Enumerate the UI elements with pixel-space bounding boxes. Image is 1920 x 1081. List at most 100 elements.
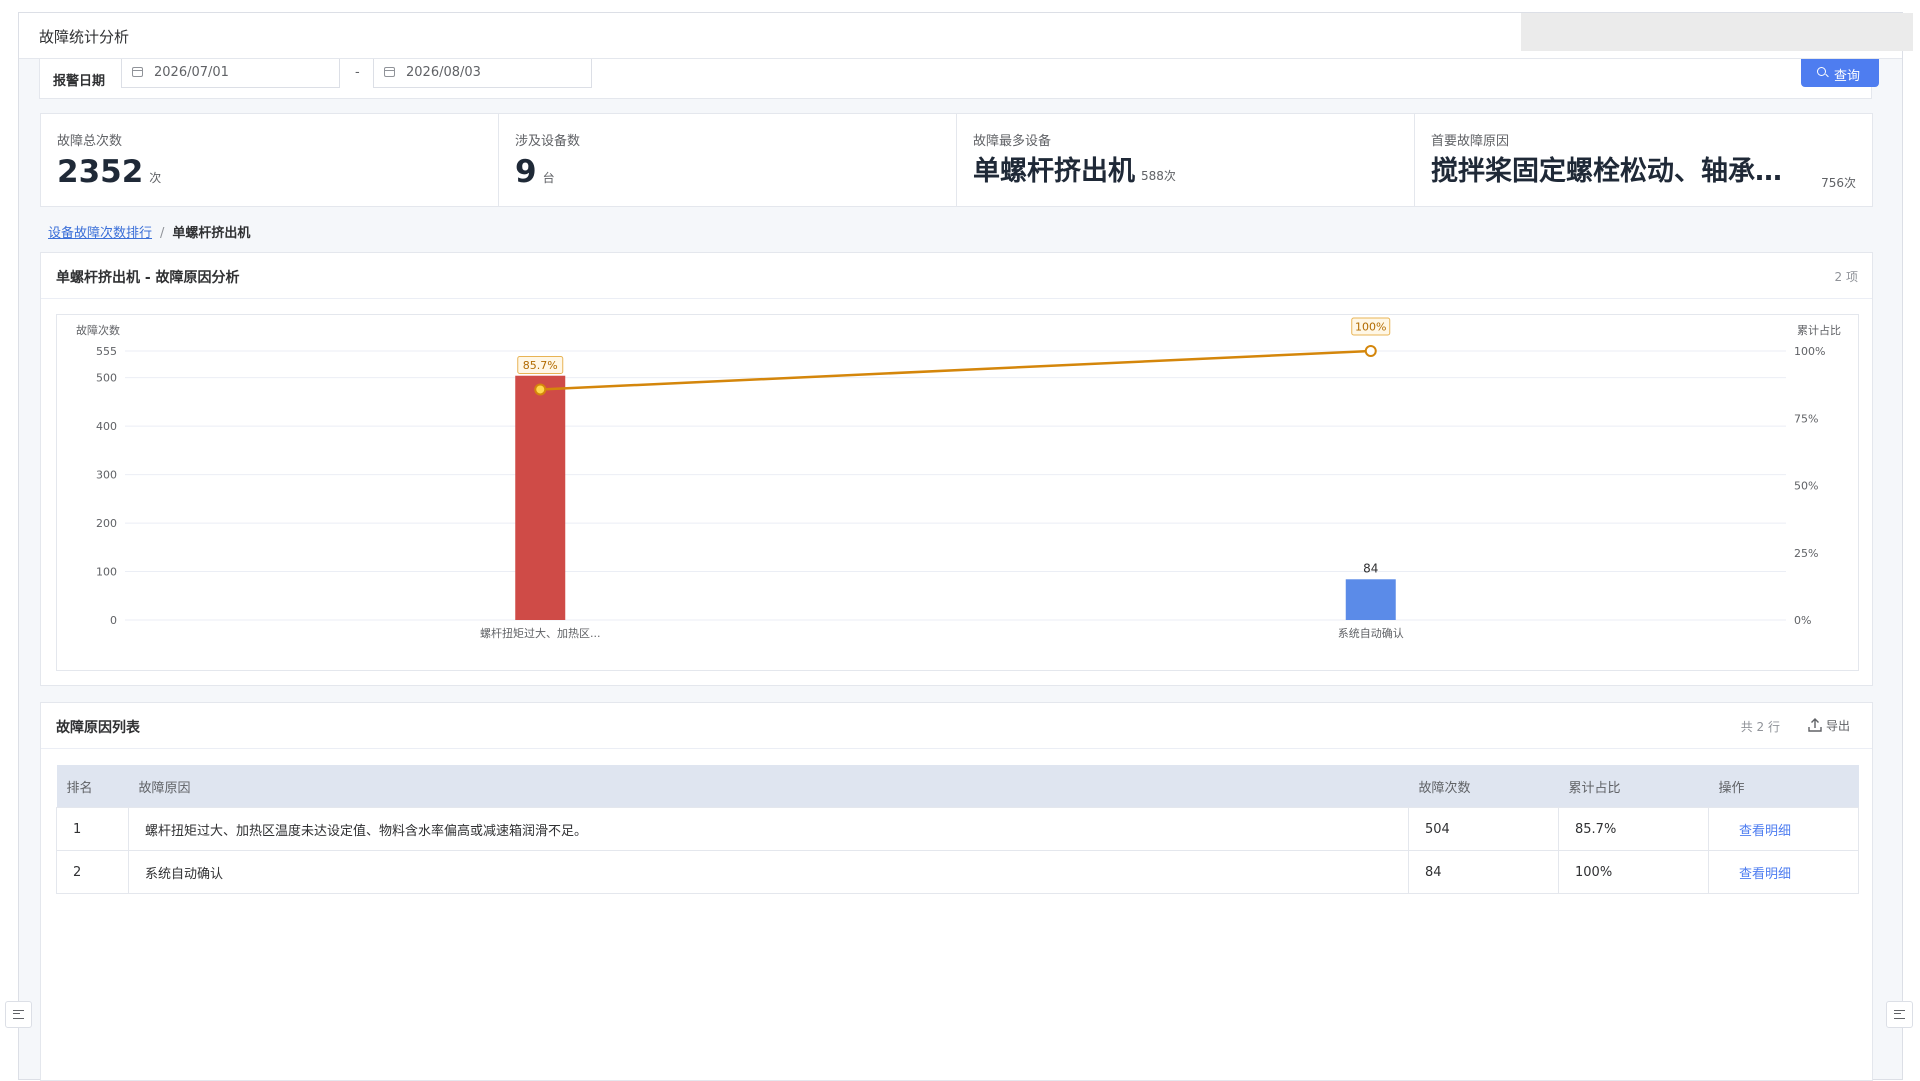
kpi-number: 2352 xyxy=(57,154,144,190)
x-tick-label: 系统自动确认 xyxy=(1338,627,1404,640)
y2-tick-label: 100% xyxy=(1794,345,1825,358)
y-tick-label: 200 xyxy=(96,517,117,530)
kpi-label: 涉及设备数 xyxy=(515,134,581,149)
kpi-text: 搅拌桨固定螺栓松动、轴承磨损 xyxy=(1431,156,1791,187)
line-data-label: 100% xyxy=(1355,321,1386,334)
window-title: 故障统计分析 xyxy=(39,28,130,46)
kpi-device-count: 涉及设备数 9台 xyxy=(499,114,957,206)
title-bar: 故障统计分析 xyxy=(19,13,1913,59)
fault-list-header: 故障原因列表 共 2 行 导出 xyxy=(41,703,1872,749)
rows-count: 共 2 行 xyxy=(1740,720,1780,734)
y-tick-label: 0 xyxy=(110,614,117,627)
calendar-icon xyxy=(132,67,143,77)
analysis-panel: 单螺杆挤出机 - 故障原因分析 2 项 故障次数 累计占比 0 100 200 300 40… xyxy=(40,252,1873,686)
fault-list-panel: 故障原因列表 共 2 行 导出 排名 故障原因 故障次数 累计占比 操作 1 螺… xyxy=(40,702,1873,1081)
kpi-unit: 588次 xyxy=(1141,169,1176,183)
y-tick-label: 555 xyxy=(96,345,117,358)
kpi-unit: 次 xyxy=(149,171,162,185)
action-cell: 查看明细 xyxy=(1708,807,1859,851)
y-tick-label: 300 xyxy=(96,469,117,482)
column-header-action: 操作 xyxy=(1708,765,1859,808)
bar-data-label: 84 xyxy=(1363,561,1378,575)
upload-icon xyxy=(1808,718,1822,732)
menu-icon xyxy=(1894,1010,1905,1019)
count-cell: 84 xyxy=(1408,850,1559,894)
y2-axis-label: 累计占比 xyxy=(1797,323,1841,337)
kpi-row: 故障总次数 2352 次 涉及设备数 9台 故障最多设备 单螺杆挤出机 588次 首… xyxy=(40,113,1873,207)
y2-tick-label: 0% xyxy=(1794,614,1811,627)
line-point xyxy=(1364,345,1377,357)
y2-tick-label: 50% xyxy=(1794,480,1818,493)
cumulative-line xyxy=(540,349,1371,391)
breadcrumb-device-ranking-link[interactable]: 设备故障次数排行 xyxy=(48,226,152,241)
view-detail-link[interactable]: 查看明细 xyxy=(1739,867,1791,882)
kpi-label: 故障最多设备 xyxy=(973,134,1052,149)
end-date-value: 2026/08/03 xyxy=(406,65,481,80)
breadcrumb: 设备故障次数排行 / 单螺杆挤出机 xyxy=(48,222,250,241)
y2-tick-label: 75% xyxy=(1794,412,1818,425)
y2-tick-label: 25% xyxy=(1794,547,1818,560)
cumulative-cell: 85.7% xyxy=(1558,807,1709,851)
rank-cell: 2 xyxy=(56,850,129,894)
end-date-input[interactable]: 2026/08/03 xyxy=(373,59,592,88)
kpi-unit: 台 xyxy=(542,171,555,185)
table-row: 2 系统自动确认 84 100% 查看明细 xyxy=(56,850,1859,894)
kpi-value: 搅拌桨固定螺栓松动、轴承磨损 xyxy=(1431,152,1791,192)
count-cell: 504 xyxy=(1408,807,1559,851)
column-header-cumulative: 累计占比 xyxy=(1558,765,1709,808)
bar xyxy=(1345,579,1396,620)
search-icon xyxy=(1817,67,1826,76)
export-label: 导出 xyxy=(1825,719,1850,733)
kpi-label: 首要故障原因 xyxy=(1431,134,1510,149)
analysis-panel-header: 单螺杆挤出机 - 故障原因分析 2 项 xyxy=(41,253,1872,299)
filter-bar: 报警日期 2026/07/01 - 2026/08/03 查询 xyxy=(39,59,1879,99)
kpi-label: 故障总次数 xyxy=(57,134,123,149)
breadcrumb-current: 单螺杆挤出机 xyxy=(172,226,251,241)
x-tick-label: 螺杆扭矩过大、加热区... xyxy=(480,626,601,640)
title-bar-blank-area xyxy=(1521,13,1913,51)
app-window: 故障统计分析 报警日期 2026/07/01 - 2026/08/03 查询 故… xyxy=(18,12,1913,1081)
kpi-text: 单螺杆挤出机 xyxy=(973,156,1135,187)
kpi-value: 9台 xyxy=(515,152,555,198)
line-point xyxy=(534,383,547,396)
table-header-row: 排名 故障原因 故障次数 累计占比 操作 xyxy=(56,765,1859,808)
pareto-chart-svg: 故障次数 累计占比 0 100 200 300 400 500 555 0% 25% 50% 75% 10… xyxy=(76,317,1841,640)
kpi-unit: 756次 xyxy=(1821,176,1856,190)
menu-icon xyxy=(13,1010,24,1019)
query-button-label: 查询 xyxy=(1834,69,1861,84)
y-tick-label: 500 xyxy=(96,372,117,385)
kpi-number: 9 xyxy=(515,154,537,190)
right-sidebar-toggle[interactable] xyxy=(1886,1001,1913,1028)
item-count: 2 项 xyxy=(1834,270,1858,284)
left-sidebar-toggle[interactable] xyxy=(5,1001,32,1028)
rank-cell: 1 xyxy=(56,807,129,851)
pareto-chart: 故障次数 累计占比 0 100 200 300 400 500 555 0% 25% 50% 75% 10… xyxy=(56,314,1859,671)
y-tick-label: 400 xyxy=(96,420,117,433)
reason-cell: 系统自动确认 xyxy=(128,850,1409,894)
export-button[interactable]: 导出 xyxy=(1807,717,1850,734)
table-row: 1 螺杆扭矩过大、加热区温度未达设定值、物料含水率偏高或减速箱润滑不足。 504… xyxy=(56,807,1859,851)
column-header-rank: 排名 xyxy=(56,765,129,808)
cumulative-cell: 100% xyxy=(1558,850,1709,894)
analysis-panel-title: 单螺杆挤出机 - 故障原因分析 xyxy=(56,270,240,286)
start-date-value: 2026/07/01 xyxy=(154,65,229,80)
alarm-date-label: 报警日期 xyxy=(53,74,106,89)
bar xyxy=(515,375,566,620)
view-detail-link[interactable]: 查看明细 xyxy=(1739,824,1791,839)
date-range-separator: - xyxy=(355,65,360,80)
fault-table: 排名 故障原因 故障次数 累计占比 操作 1 螺杆扭矩过大、加热区温度未达设定值… xyxy=(56,765,1859,894)
line-data-label: 85.7% xyxy=(523,359,558,372)
y-axis-label: 故障次数 xyxy=(76,323,120,337)
reason-cell: 螺杆扭矩过大、加热区温度未达设定值、物料含水率偏高或减速箱润滑不足。 xyxy=(128,807,1409,851)
kpi-top-device: 故障最多设备 单螺杆挤出机 588次 xyxy=(957,114,1415,206)
kpi-top-cause: 首要故障原因 搅拌桨固定螺栓松动、轴承磨损 756次 xyxy=(1415,114,1872,206)
fault-list-title: 故障原因列表 xyxy=(56,720,140,736)
start-date-input[interactable]: 2026/07/01 xyxy=(121,59,340,88)
action-cell: 查看明细 xyxy=(1708,850,1859,894)
column-header-reason: 故障原因 xyxy=(128,765,1409,808)
kpi-value: 单螺杆挤出机 588次 xyxy=(973,152,1176,196)
query-button[interactable]: 查询 xyxy=(1801,59,1879,87)
breadcrumb-separator: / xyxy=(160,226,165,241)
column-header-count: 故障次数 xyxy=(1408,765,1559,808)
y-tick-label: 100 xyxy=(96,566,117,579)
